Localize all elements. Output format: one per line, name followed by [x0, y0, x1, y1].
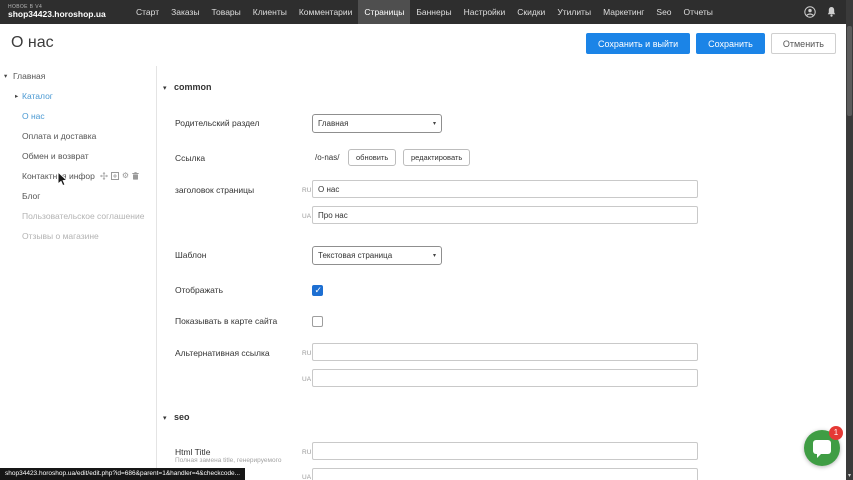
sidebar-item-label: Отзывы о магазине [22, 231, 99, 241]
sidebar-item-label: Каталог [22, 91, 53, 101]
alt-link-ru-input[interactable] [312, 343, 698, 361]
html-title-hint: Полная замена title, генерируемого [175, 457, 281, 464]
notifications-bell-icon[interactable] [826, 6, 837, 18]
chevron-down-icon: ▾ [433, 120, 436, 127]
template-select[interactable]: Текстовая страница ▾ [312, 246, 442, 265]
page-edit-form: ▾ common Родительский раздел Главная ▾ С… [158, 66, 846, 480]
parent-section-select[interactable]: Главная ▾ [312, 114, 442, 133]
section-common-title[interactable]: common [174, 82, 212, 92]
scroll-down-icon[interactable]: ▾ [846, 472, 853, 479]
sidebar-item-user-agreement[interactable]: Пользовательское соглашение [0, 206, 156, 226]
sidebar-item-label: Контактная инфор [22, 171, 95, 181]
link-value: /o-nas/ [315, 153, 339, 162]
sidebar-item-hover-actions: ⚙ [100, 172, 139, 180]
menu-item-settings[interactable]: Настройки [458, 0, 512, 24]
html-title-label: Html Title [175, 447, 210, 457]
cancel-button[interactable]: Отменить [771, 33, 836, 54]
topbar-icons [804, 6, 837, 18]
sidebar-item-label: Пользовательское соглашение [22, 211, 144, 221]
template-value: Текстовая страница [318, 251, 392, 260]
sidebar-item-contact-info[interactable]: Контактная инфор ⚙ [0, 166, 156, 186]
menu-item-seo[interactable]: Seo [650, 0, 677, 24]
menu-item-clients[interactable]: Клиенты [247, 0, 293, 24]
chevron-down-icon[interactable]: ▾ [4, 72, 7, 80]
chat-widget-button[interactable]: 1 [804, 430, 840, 466]
sidebar-item-label: Главная [13, 71, 45, 81]
header-buttons: Сохранить и выйти Сохранить Отменить [586, 33, 836, 54]
brand-domain: shop34423.horoshop.ua [8, 10, 120, 19]
menu-item-products[interactable]: Товары [206, 0, 247, 24]
page-title-ru-input[interactable] [312, 180, 698, 198]
page-title-label: заголовок страницы [175, 185, 254, 195]
lang-tag-ru: RU [302, 187, 311, 194]
display-checkbox[interactable] [312, 285, 323, 296]
main-menu: Старт Заказы Товары Клиенты Комментарии … [130, 0, 719, 24]
sidebar-item-label: Блог [22, 191, 40, 201]
page-title-ua-input[interactable] [312, 206, 698, 224]
lang-tag-ua: UA [302, 376, 311, 383]
section-collapse-icon[interactable]: ▾ [163, 414, 167, 422]
sidebar-item-label: Обмен и возврат [22, 151, 89, 161]
menu-item-marketing[interactable]: Маркетинг [597, 0, 650, 24]
html-title-ua-input[interactable] [312, 468, 698, 480]
sidebar-item-blog[interactable]: Блог [0, 186, 156, 206]
sidebar-item-home[interactable]: ▾ Главная [0, 66, 156, 86]
alt-link-label: Альтернативная ссылка [175, 348, 270, 358]
sidebar-item-exchange-return[interactable]: Обмен и возврат [0, 146, 156, 166]
add-subpage-icon[interactable] [111, 172, 119, 180]
sitemap-checkbox[interactable] [312, 316, 323, 327]
brand-logo[interactable]: НОВОЕ В V4 shop34423.horoshop.ua [8, 5, 120, 19]
template-label: Шаблон [175, 250, 206, 260]
horoshop-admin-window: НОВОЕ В V4 shop34423.horoshop.ua Старт З… [0, 0, 853, 480]
save-and-exit-button[interactable]: Сохранить и выйти [586, 33, 690, 54]
link-update-button[interactable]: обновить [348, 149, 396, 166]
page-header: О нас Сохранить и выйти Сохранить Отмени… [0, 24, 846, 66]
menu-item-banners[interactable]: Баннеры [410, 0, 457, 24]
menu-item-start[interactable]: Старт [130, 0, 165, 24]
lang-tag-ua: UA [302, 213, 311, 220]
chevron-right-icon[interactable]: ▸ [15, 92, 18, 100]
parent-section-label: Родительский раздел [175, 118, 259, 128]
section-seo-title[interactable]: seo [174, 412, 190, 422]
parent-section-value: Главная [318, 119, 348, 128]
menu-item-utilities[interactable]: Утилиты [551, 0, 597, 24]
sidebar-item-catalog[interactable]: ▸ Каталог [0, 86, 156, 106]
page-title: О нас [11, 34, 54, 52]
sidebar-item-payment-delivery[interactable]: Оплата и доставка [0, 126, 156, 146]
menu-item-reports[interactable]: Отчеты [678, 0, 719, 24]
sidebar-item-label: Оплата и доставка [22, 131, 96, 141]
sitemap-label: Показывать в карте сайта [175, 316, 277, 326]
scrollbar-thumb[interactable] [847, 26, 852, 116]
lang-tag-ru: RU [302, 350, 311, 357]
save-button[interactable]: Сохранить [696, 33, 765, 54]
menu-item-comments[interactable]: Комментарии [293, 0, 359, 24]
topbar: НОВОЕ В V4 shop34423.horoshop.ua Старт З… [0, 0, 853, 24]
chat-unread-badge: 1 [829, 426, 843, 440]
display-label: Отображать [175, 285, 223, 295]
menu-item-discounts[interactable]: Скидки [511, 0, 551, 24]
chevron-down-icon: ▾ [433, 252, 436, 259]
sidebar-item-about-selected[interactable]: О нас [0, 106, 156, 126]
html-title-ru-input[interactable] [312, 442, 698, 460]
drag-move-icon[interactable] [100, 172, 108, 180]
lang-tag-ru: RU [302, 449, 311, 456]
status-bar-url: shop34423.horoshop.ua/edit/edit.php?id=6… [0, 468, 245, 480]
pages-tree-sidebar: ▾ Главная ▸ Каталог О нас Оплата и доста… [0, 66, 157, 480]
sidebar-item-label: О нас [22, 111, 45, 121]
chat-bubble-icon [813, 440, 831, 454]
alt-link-ua-input[interactable] [312, 369, 698, 387]
lang-tag-ua: UA [302, 474, 311, 480]
link-edit-button[interactable]: редактировать [403, 149, 470, 166]
section-collapse-icon[interactable]: ▾ [163, 84, 167, 92]
link-label: Ссылка [175, 153, 205, 163]
vertical-scrollbar[interactable]: ▾ [846, 0, 853, 480]
menu-item-orders[interactable]: Заказы [165, 0, 205, 24]
menu-item-pages[interactable]: Страницы [358, 0, 410, 24]
user-account-icon[interactable] [804, 6, 816, 18]
gear-icon[interactable]: ⚙ [122, 172, 129, 180]
sidebar-item-store-reviews[interactable]: Отзывы о магазине [0, 226, 156, 246]
trash-icon[interactable] [132, 172, 139, 180]
